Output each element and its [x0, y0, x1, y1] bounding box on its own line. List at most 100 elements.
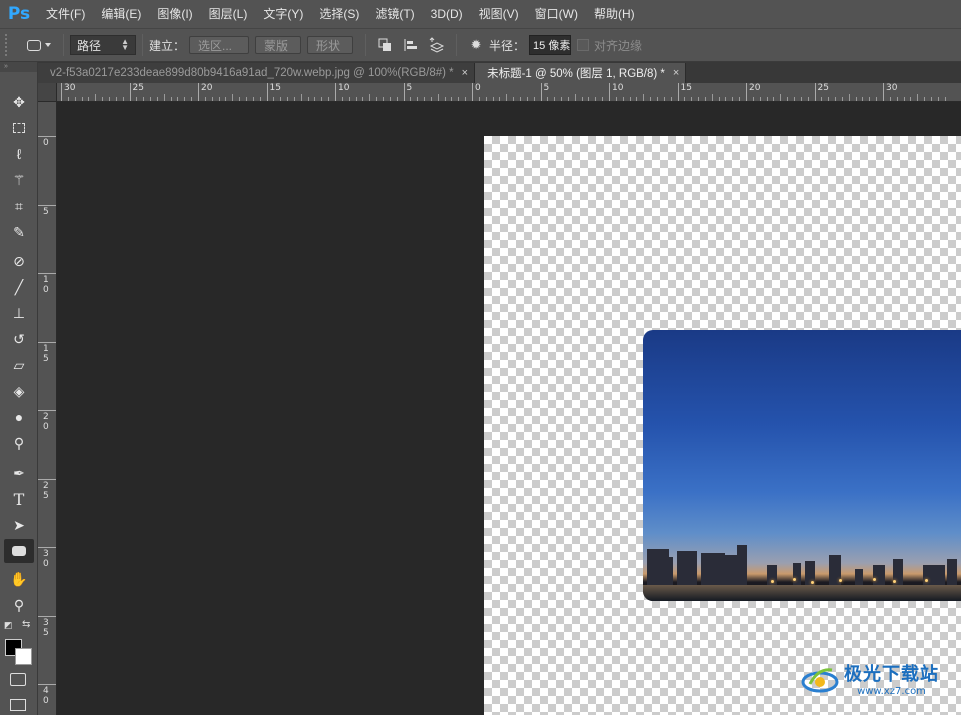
- menu-type[interactable]: 文字(Y): [255, 0, 311, 28]
- make-mask-button[interactable]: 蒙版: [255, 36, 302, 54]
- menu-help[interactable]: 帮助(H): [586, 0, 643, 28]
- history-brush-tool[interactable]: ↺: [4, 327, 34, 351]
- blur-drop-icon: ●: [14, 409, 24, 425]
- menu-layer[interactable]: 图层(L): [201, 0, 256, 28]
- radius-input[interactable]: [529, 35, 572, 55]
- arrow-cursor-icon: ➤: [13, 516, 25, 533]
- quick-mask-button[interactable]: [10, 673, 26, 686]
- swap-colors-icon[interactable]: ⇆: [22, 619, 30, 630]
- horizontal-ruler[interactable]: 30 25 20 15 10 5 0 5 10 15 20 25 30: [57, 83, 961, 102]
- building-silhouette: [873, 565, 885, 585]
- ruler-minor-tick: [513, 97, 515, 101]
- magic-wand-tool[interactable]: ⚚: [4, 168, 34, 192]
- close-icon[interactable]: ×: [673, 67, 679, 79]
- ruler-tick: [38, 204, 56, 206]
- ruler-minor-tick: [773, 97, 775, 101]
- ruler-tick: 25: [814, 83, 829, 101]
- tools-panel-collapse[interactable]: »: [0, 62, 37, 72]
- eraser-tool[interactable]: ▱: [4, 353, 34, 377]
- city-night-photo[interactable]: [643, 330, 961, 601]
- zoom-tool[interactable]: ⚲: [4, 593, 34, 617]
- ruler-minor-tick: [506, 94, 508, 101]
- ruler-tick: 5: [540, 83, 549, 101]
- dodge-tool[interactable]: ⚲: [4, 431, 34, 455]
- default-colors-icon[interactable]: ◩: [4, 620, 13, 631]
- ruler-tick: 30: [61, 83, 75, 101]
- move-tool[interactable]: ✥: [4, 90, 34, 114]
- close-icon[interactable]: ×: [462, 67, 468, 79]
- bandage-icon: ⊘: [13, 252, 25, 269]
- tool-preset-picker[interactable]: [21, 34, 57, 56]
- path-alignment-button[interactable]: [398, 34, 424, 56]
- brush-tool[interactable]: ╱: [4, 275, 34, 299]
- ruler-origin[interactable]: [38, 83, 57, 102]
- menu-window[interactable]: 窗口(W): [527, 0, 586, 28]
- make-shape-button[interactable]: 形状: [307, 36, 354, 54]
- menu-select[interactable]: 选择(S): [311, 0, 367, 28]
- path-operations-button[interactable]: [372, 34, 398, 56]
- background-color-swatch[interactable]: [15, 648, 32, 665]
- make-selection-button[interactable]: 选区...: [189, 36, 250, 54]
- ruler-minor-tick: [684, 97, 686, 101]
- ruler-minor-tick: [828, 97, 830, 101]
- align-edges-checkbox[interactable]: [577, 39, 590, 51]
- ruler-label: 30: [886, 83, 898, 93]
- path-arrangement-button[interactable]: [424, 34, 450, 56]
- marquee-tool[interactable]: [4, 116, 34, 140]
- paint-bucket-tool[interactable]: ◈: [4, 379, 34, 403]
- tab-document-1[interactable]: v2-f53a0217e233deae899d80b9416a91ad_720w…: [38, 63, 476, 83]
- ruler-minor-tick: [163, 94, 165, 101]
- document-workspace[interactable]: [57, 102, 961, 715]
- tool-mode-select[interactable]: 路径 ▲ ▼: [70, 35, 136, 55]
- menu-image[interactable]: 图像(I): [149, 0, 200, 28]
- transparent-canvas[interactable]: [484, 136, 961, 715]
- ruler-minor-tick: [218, 97, 220, 101]
- ruler-minor-tick: [848, 94, 850, 101]
- screen-mode-button[interactable]: [10, 699, 26, 711]
- rectangular-marquee-icon: [13, 123, 25, 133]
- clone-stamp-tool[interactable]: ⊥: [4, 301, 34, 325]
- divider: [365, 34, 367, 56]
- ruler-label: 5: [406, 83, 413, 93]
- rounded-rectangle-tool[interactable]: [4, 539, 34, 563]
- tab-document-2[interactable]: 未标题-1 @ 50% (图层 1, RGB/8) * ×: [475, 63, 687, 83]
- menu-view[interactable]: 视图(V): [471, 0, 527, 28]
- radius-label: 半径：: [489, 38, 526, 53]
- menu-edit[interactable]: 编辑(E): [93, 0, 149, 28]
- vertical-ruler[interactable]: 0 5 10 15 20 25 30 35 40: [38, 102, 57, 715]
- menu-file[interactable]: 文件(F): [38, 0, 93, 28]
- blur-tool[interactable]: ●: [4, 405, 34, 429]
- rounded-rectangle-icon: [12, 546, 26, 556]
- ruler-label: 30: [43, 549, 49, 569]
- ruler-minor-tick: [417, 97, 419, 101]
- menu-3d[interactable]: 3D(D): [423, 0, 471, 28]
- type-tool[interactable]: T: [4, 487, 34, 511]
- move-icon: ✥: [13, 93, 25, 110]
- options-grip[interactable]: [5, 34, 13, 56]
- ruler-minor-tick: [862, 97, 864, 101]
- geometry-settings-button[interactable]: ✹: [463, 34, 489, 56]
- menu-filter[interactable]: 滤镜(T): [367, 0, 422, 28]
- ruler-minor-tick: [410, 97, 412, 101]
- lasso-tool[interactable]: ℓ: [4, 142, 34, 166]
- path-operations-icon: [378, 38, 392, 51]
- city-light: [811, 581, 814, 584]
- eyedropper-tool[interactable]: ✎: [4, 220, 34, 244]
- ruler-minor-tick: [396, 97, 398, 101]
- ruler-minor-tick: [930, 97, 932, 101]
- crop-tool[interactable]: ⌗: [4, 194, 34, 218]
- ruler-minor-tick: [156, 97, 158, 101]
- paint-bucket-icon: ◈: [13, 382, 25, 399]
- ruler-minor-tick: [698, 97, 700, 101]
- path-arrangement-icon: [429, 37, 445, 53]
- city-light: [771, 580, 774, 583]
- healing-brush-tool[interactable]: ⊘: [4, 249, 34, 273]
- ruler-minor-tick: [150, 97, 152, 101]
- divider: [63, 34, 64, 56]
- pen-tool[interactable]: ✒: [4, 461, 34, 485]
- path-selection-tool[interactable]: ➤: [4, 513, 34, 537]
- ruler-tick: 20: [746, 83, 760, 101]
- ruler-minor-tick: [793, 97, 795, 101]
- ruler-minor-tick: [656, 97, 658, 101]
- hand-tool[interactable]: ✋: [4, 567, 34, 591]
